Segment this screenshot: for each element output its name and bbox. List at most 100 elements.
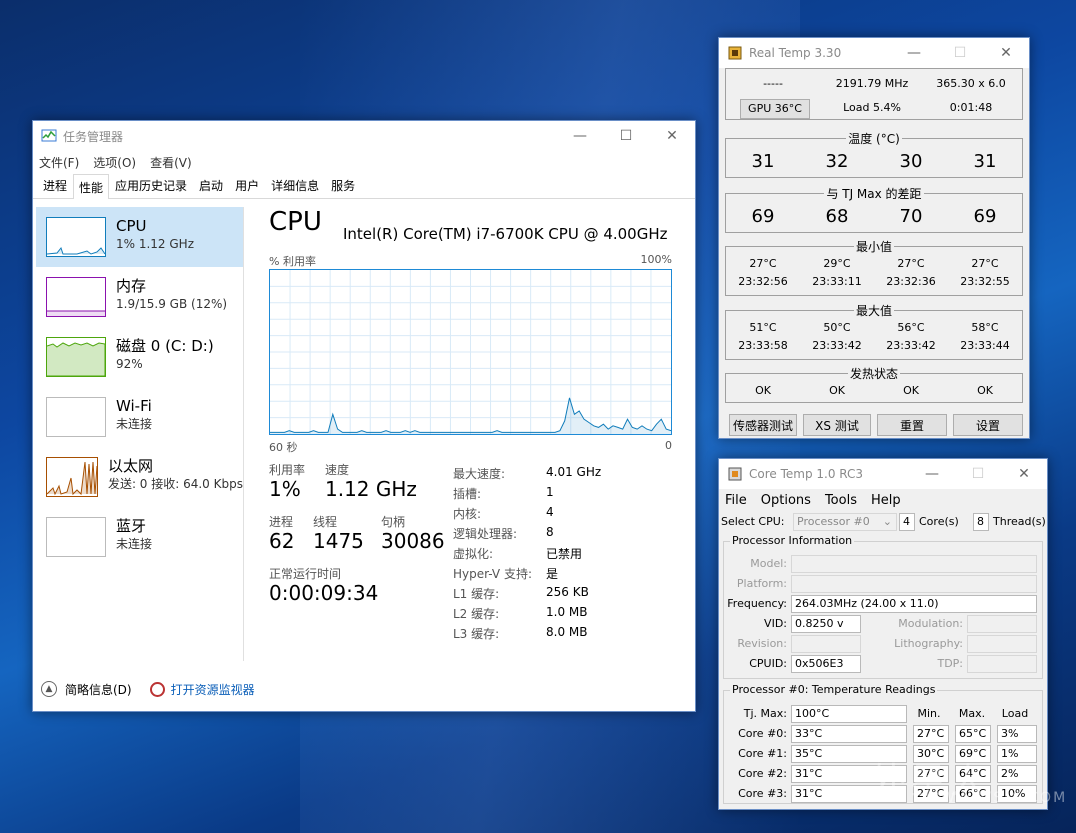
rt-gpu-button[interactable]: GPU 36°C xyxy=(740,99,810,119)
real-temp-titlebar[interactable]: Real Temp 3.30 — ☐ ✕ xyxy=(719,38,1029,68)
minimize-button[interactable]: — xyxy=(891,38,937,68)
rt-min-time: 23:32:56 xyxy=(738,275,788,288)
menu-options[interactable]: Options xyxy=(761,493,811,508)
menu-file[interactable]: 文件(F) xyxy=(39,154,79,171)
core-min-field: 27°C xyxy=(913,725,949,743)
cpu-detail-value: 8.0 MB xyxy=(546,625,588,639)
rt-max-time: 23:33:58 xyxy=(738,339,788,352)
task-manager-titlebar[interactable]: 任务管理器 — ☐ ✕ xyxy=(33,121,695,151)
processes-label: 进程 xyxy=(269,515,294,529)
resource-detail: 未连接 xyxy=(116,417,153,431)
rt-multiplier: 365.30 x 6.0 xyxy=(936,77,1006,90)
rt-time: 0:01:48 xyxy=(949,101,993,114)
tab-bar: 进程 性能 应用历史记录 启动 用户 详细信息 服务 xyxy=(33,173,695,199)
resource-memory[interactable]: 内存 1.9/15.9 GB (12%) xyxy=(33,267,243,327)
resource-ethernet[interactable]: 以太网 发送: 0 接收: 64.0 Kbps xyxy=(33,447,243,507)
tab-performance[interactable]: 性能 xyxy=(73,174,110,199)
core-temp-menu-bar: File Options Tools Help xyxy=(719,489,1047,511)
cpu-detail-key: 最大速度: xyxy=(453,467,506,481)
processor-select[interactable]: Processor #0 ⌄ xyxy=(793,513,897,531)
menu-help[interactable]: Help xyxy=(871,493,901,508)
resource-disk[interactable]: 磁盘 0 (C: D:) 92% xyxy=(33,327,243,387)
cpuid-field: 0x506E3 xyxy=(791,655,861,673)
uptime-value: 0:00:09:34 xyxy=(269,581,379,605)
cores-count: 4 xyxy=(899,513,915,531)
window-title: Core Temp 1.0 RC3 xyxy=(749,467,864,481)
minimize-button[interactable]: — xyxy=(909,459,955,489)
rt-max-time: 23:33:42 xyxy=(886,339,936,352)
core-load-field: 2% xyxy=(997,765,1037,783)
cpu-detail-value: 256 KB xyxy=(546,585,589,599)
rt-min-box: 最小值 27°C 29°C 27°C 27°C 23:32:56 23:33:1… xyxy=(725,240,1023,296)
fewer-details-link[interactable]: 简略信息(D) xyxy=(65,681,132,698)
min-column-header: Min. xyxy=(917,707,941,720)
resource-name: 以太网 xyxy=(107,457,153,475)
tjmax-label: Tj. Max: xyxy=(743,707,787,720)
resource-detail: 1.9/15.9 GB (12%) xyxy=(116,297,228,311)
tab-app-history[interactable]: 应用历史记录 xyxy=(109,172,193,198)
menu-options[interactable]: 选项(O) xyxy=(93,154,136,171)
tab-startup[interactable]: 启动 xyxy=(193,172,229,198)
threads-label: 线程 xyxy=(313,515,338,529)
menu-tools[interactable]: Tools xyxy=(825,493,857,508)
rt-min-title: 最小值 xyxy=(853,240,894,254)
model-label: Model: xyxy=(750,557,787,570)
rt-max-box: 最大值 51°C 50°C 56°C 58°C 23:33:58 23:33:4… xyxy=(725,304,1023,360)
cpu-detail-value: 1 xyxy=(546,485,554,499)
resource-monitor-icon xyxy=(149,681,165,697)
tab-processes[interactable]: 进程 xyxy=(37,172,73,198)
lithography-field xyxy=(967,635,1037,653)
resource-name: 磁盘 0 (C: D:) xyxy=(116,337,214,355)
frequency-field: 264.03MHz (24.00 x 11.0) xyxy=(791,595,1037,613)
core-temp-titlebar[interactable]: Core Temp 1.0 RC3 — ☐ ✕ xyxy=(719,459,1047,489)
resource-cpu[interactable]: CPU 1% 1.12 GHz xyxy=(36,207,243,267)
bluetooth-thumbnail xyxy=(46,517,106,557)
core-label: Core #3: xyxy=(738,787,787,800)
resource-wifi[interactable]: Wi-Fi 未连接 xyxy=(33,387,243,447)
rt-min-time: 23:32:55 xyxy=(960,275,1010,288)
graph-footer: 60 秒 0 xyxy=(269,439,672,455)
resource-bluetooth[interactable]: 蓝牙 未连接 xyxy=(33,507,243,567)
open-resource-monitor-link[interactable]: 打开资源监视器 xyxy=(171,681,255,698)
resource-detail: 92% xyxy=(116,357,143,371)
processes-value: 62 xyxy=(269,529,295,553)
sensor-test-button[interactable]: 传感器测试 xyxy=(729,414,797,436)
memory-thumbnail xyxy=(46,277,106,317)
tab-users[interactable]: 用户 xyxy=(229,172,265,198)
rt-dash: ----- xyxy=(763,77,783,90)
graph-min: 0 xyxy=(665,439,672,452)
menu-file[interactable]: File xyxy=(725,493,747,508)
handles-value: 30086 xyxy=(381,529,445,553)
tab-services[interactable]: 服务 xyxy=(325,172,361,198)
threads-label: Thread(s) xyxy=(993,515,1046,528)
ethernet-thumbnail xyxy=(46,457,98,497)
cpu-model: Intel(R) Core(TM) i7-6700K CPU @ 4.00GHz xyxy=(343,225,668,243)
close-button[interactable]: ✕ xyxy=(649,121,695,151)
platform-label: Platform: xyxy=(736,577,787,590)
close-button[interactable]: ✕ xyxy=(1001,459,1047,489)
rt-min-time: 23:33:11 xyxy=(812,275,862,288)
minimize-button[interactable]: — xyxy=(557,121,603,151)
settings-button[interactable]: 设置 xyxy=(953,414,1023,436)
rt-tj-box: 与 TJ Max 的差距 69 68 70 69 xyxy=(725,187,1023,233)
reset-button[interactable]: 重置 xyxy=(877,414,947,436)
rt-min-temp: 29°C xyxy=(823,257,851,270)
cpu-detail-key: 虚拟化: xyxy=(453,547,494,561)
menu-view[interactable]: 查看(V) xyxy=(150,154,192,171)
rt-tj-core: 68 xyxy=(825,206,849,227)
tab-details[interactable]: 详细信息 xyxy=(265,172,325,198)
rt-status-title: 发热状态 xyxy=(847,367,900,381)
rt-tj-core: 69 xyxy=(973,206,997,227)
rt-temp-title: 温度 (°C) xyxy=(846,132,902,146)
chevron-up-icon[interactable]: ▲ xyxy=(41,681,57,697)
rt-min-temp: 27°C xyxy=(749,257,777,270)
rt-status: OK xyxy=(977,384,993,397)
maximize-button[interactable]: ☐ xyxy=(603,121,649,151)
vid-label: VID: xyxy=(764,617,787,630)
resource-name: 蓝牙 xyxy=(116,517,147,535)
close-button[interactable]: ✕ xyxy=(983,38,1029,68)
modulation-label: Modulation: xyxy=(898,617,963,630)
cpu-detail-key: L1 缓存: xyxy=(453,587,500,601)
core-load-field: 1% xyxy=(997,745,1037,763)
xs-test-button[interactable]: XS 测试 xyxy=(803,414,871,436)
